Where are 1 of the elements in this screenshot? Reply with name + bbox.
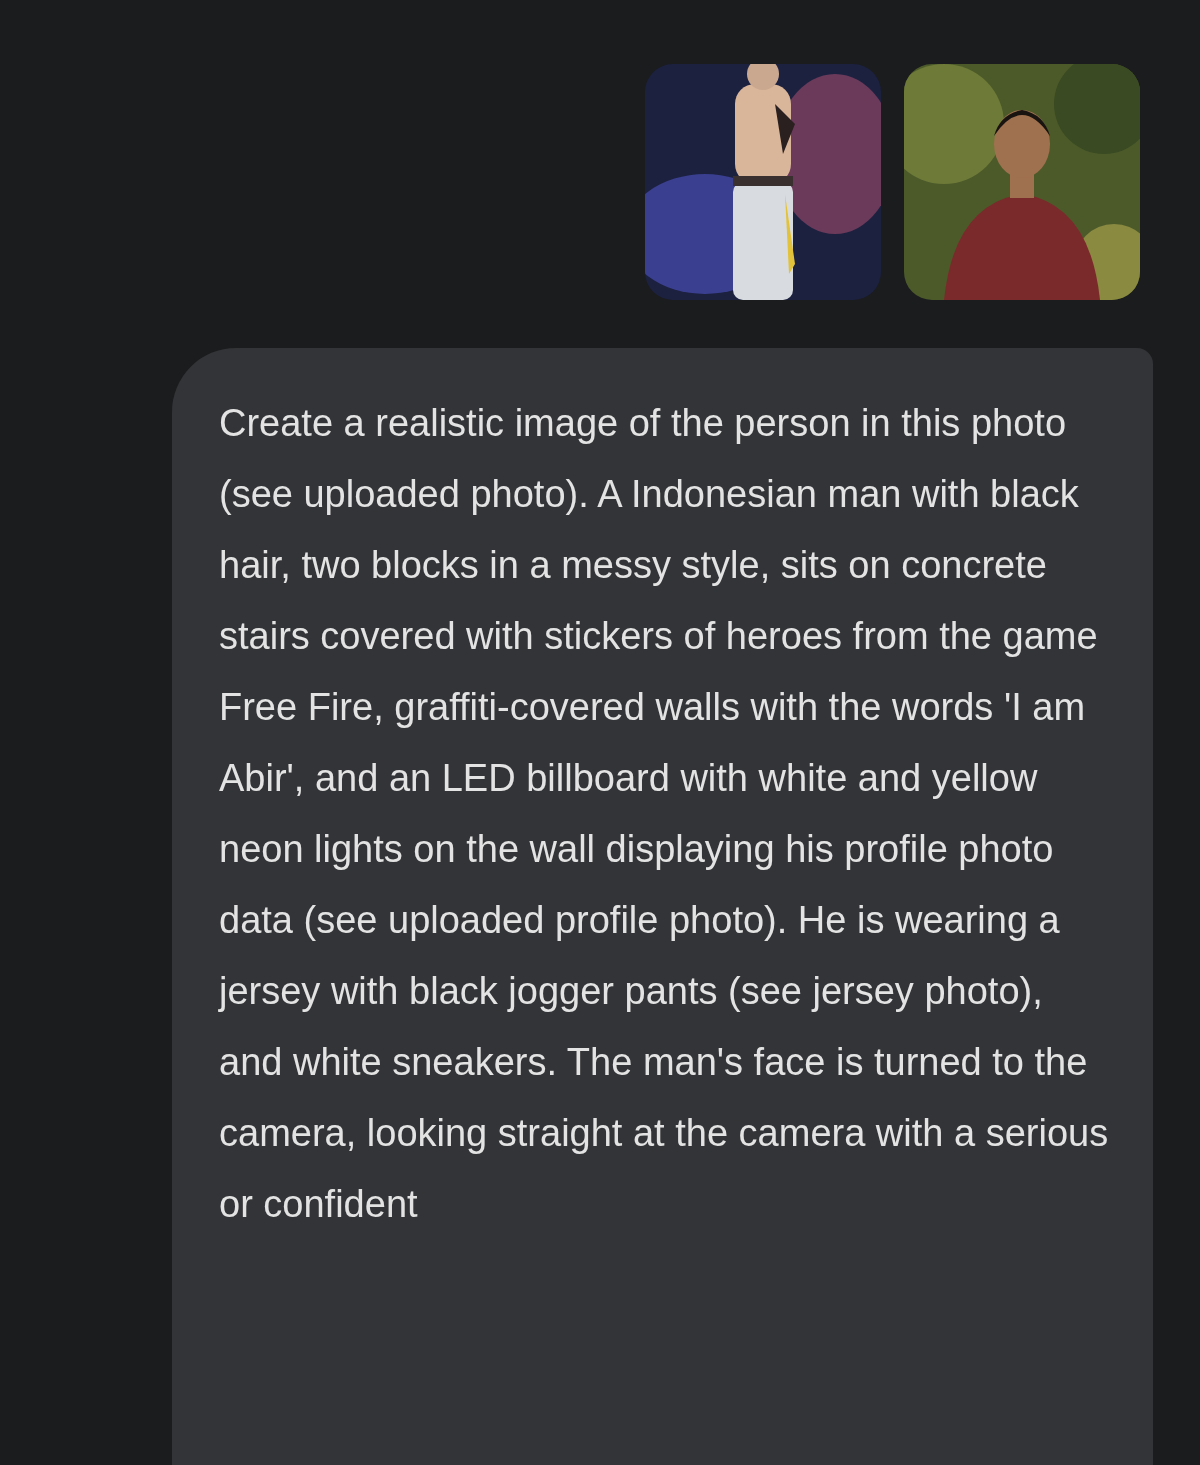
- message-text: Create a realistic image of the person in this photo (see uploaded photo). A Indonesian man with black hair, two blocks in a messy style, sits on concrete stairs covered with stickers of heroes from the game Free Fire, graffiti-covered walls with the words 'I am Abir', and an LED billboard with white and yellow neon lights on the wall displaying his profile photo data (see uploaded profile photo). He is wearing a jersey with black jogger pants (see jersey photo), and white sneakers. The man's face is turned to the camera, looking straight at the camera with a serious or confident: [219, 401, 1110, 1227]
